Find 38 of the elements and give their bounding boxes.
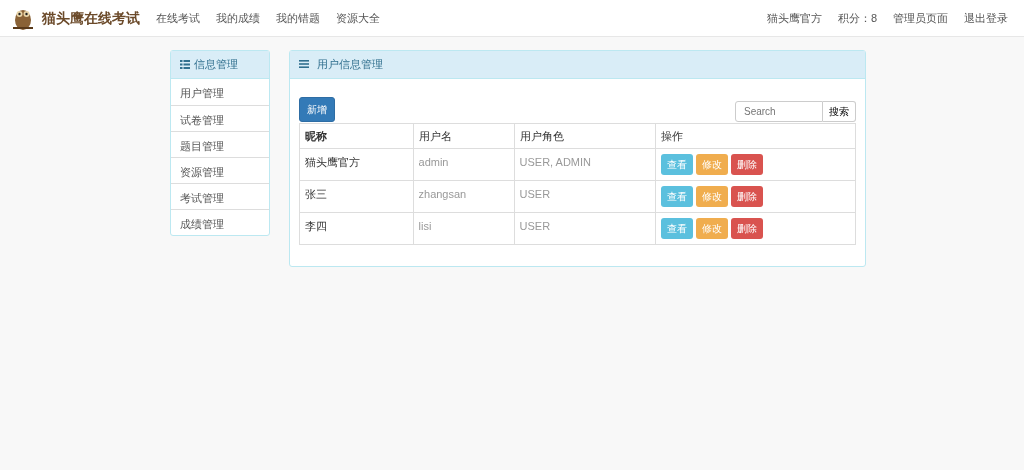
sidebar-item[interactable]: 考试管理 — [171, 182, 269, 209]
nav-link[interactable]: 积分：8 — [837, 9, 877, 27]
delete-button[interactable]: 删除 — [731, 218, 764, 239]
list-icon — [180, 59, 190, 69]
sidebar-item[interactable]: 试卷管理 — [171, 104, 269, 131]
table-cell: USER — [514, 212, 656, 245]
nav-link[interactable]: 在线考试 — [156, 9, 200, 27]
sidebar-item[interactable]: 成绩管理 — [171, 208, 269, 235]
nav-link[interactable]: 猫头鹰官方 — [766, 9, 822, 27]
sidebar-item[interactable]: 资源管理 — [171, 156, 269, 183]
table-cell: zhangsan — [413, 180, 514, 213]
table-cell: 张三 — [299, 180, 413, 213]
table-cell: lisi — [413, 212, 514, 245]
sidebar-title: 信息管理 — [194, 57, 238, 72]
search-button[interactable]: 搜索 — [823, 100, 856, 122]
table-cell: 猫头鹰官方 — [299, 148, 413, 181]
table-cell: USER — [514, 180, 656, 213]
table-cell: 李四 — [299, 212, 413, 245]
column-header: 昵称 — [299, 123, 413, 149]
column-header: 用户名 — [413, 123, 514, 149]
search-field[interactable]: Search — [735, 100, 823, 122]
nav-link[interactable]: 退出登录 — [964, 9, 1008, 27]
nav-link[interactable]: 资源大全 — [336, 9, 380, 27]
nav-link[interactable]: 我的成绩 — [216, 9, 260, 27]
delete-button[interactable]: 删除 — [731, 186, 764, 207]
panel-title: 用户信息管理 — [317, 57, 383, 72]
table-cell: USER, ADMIN — [514, 148, 656, 181]
delete-button[interactable]: 删除 — [731, 154, 764, 175]
sidebar-item[interactable]: 用户管理 — [171, 78, 269, 105]
nav-link[interactable]: 管理员页面 — [893, 9, 948, 27]
column-header: 操作 — [655, 123, 856, 149]
sidebar-item[interactable]: 题目管理 — [171, 130, 269, 157]
nav-link[interactable]: 我的错题 — [276, 9, 320, 27]
table-cell: admin — [413, 148, 514, 181]
brand-title[interactable]: 猫头鹰在线考试 — [42, 7, 140, 29]
column-header: 用户角色 — [514, 123, 656, 149]
menu-icon — [299, 60, 309, 69]
add-button[interactable]: 新增 — [299, 96, 335, 122]
